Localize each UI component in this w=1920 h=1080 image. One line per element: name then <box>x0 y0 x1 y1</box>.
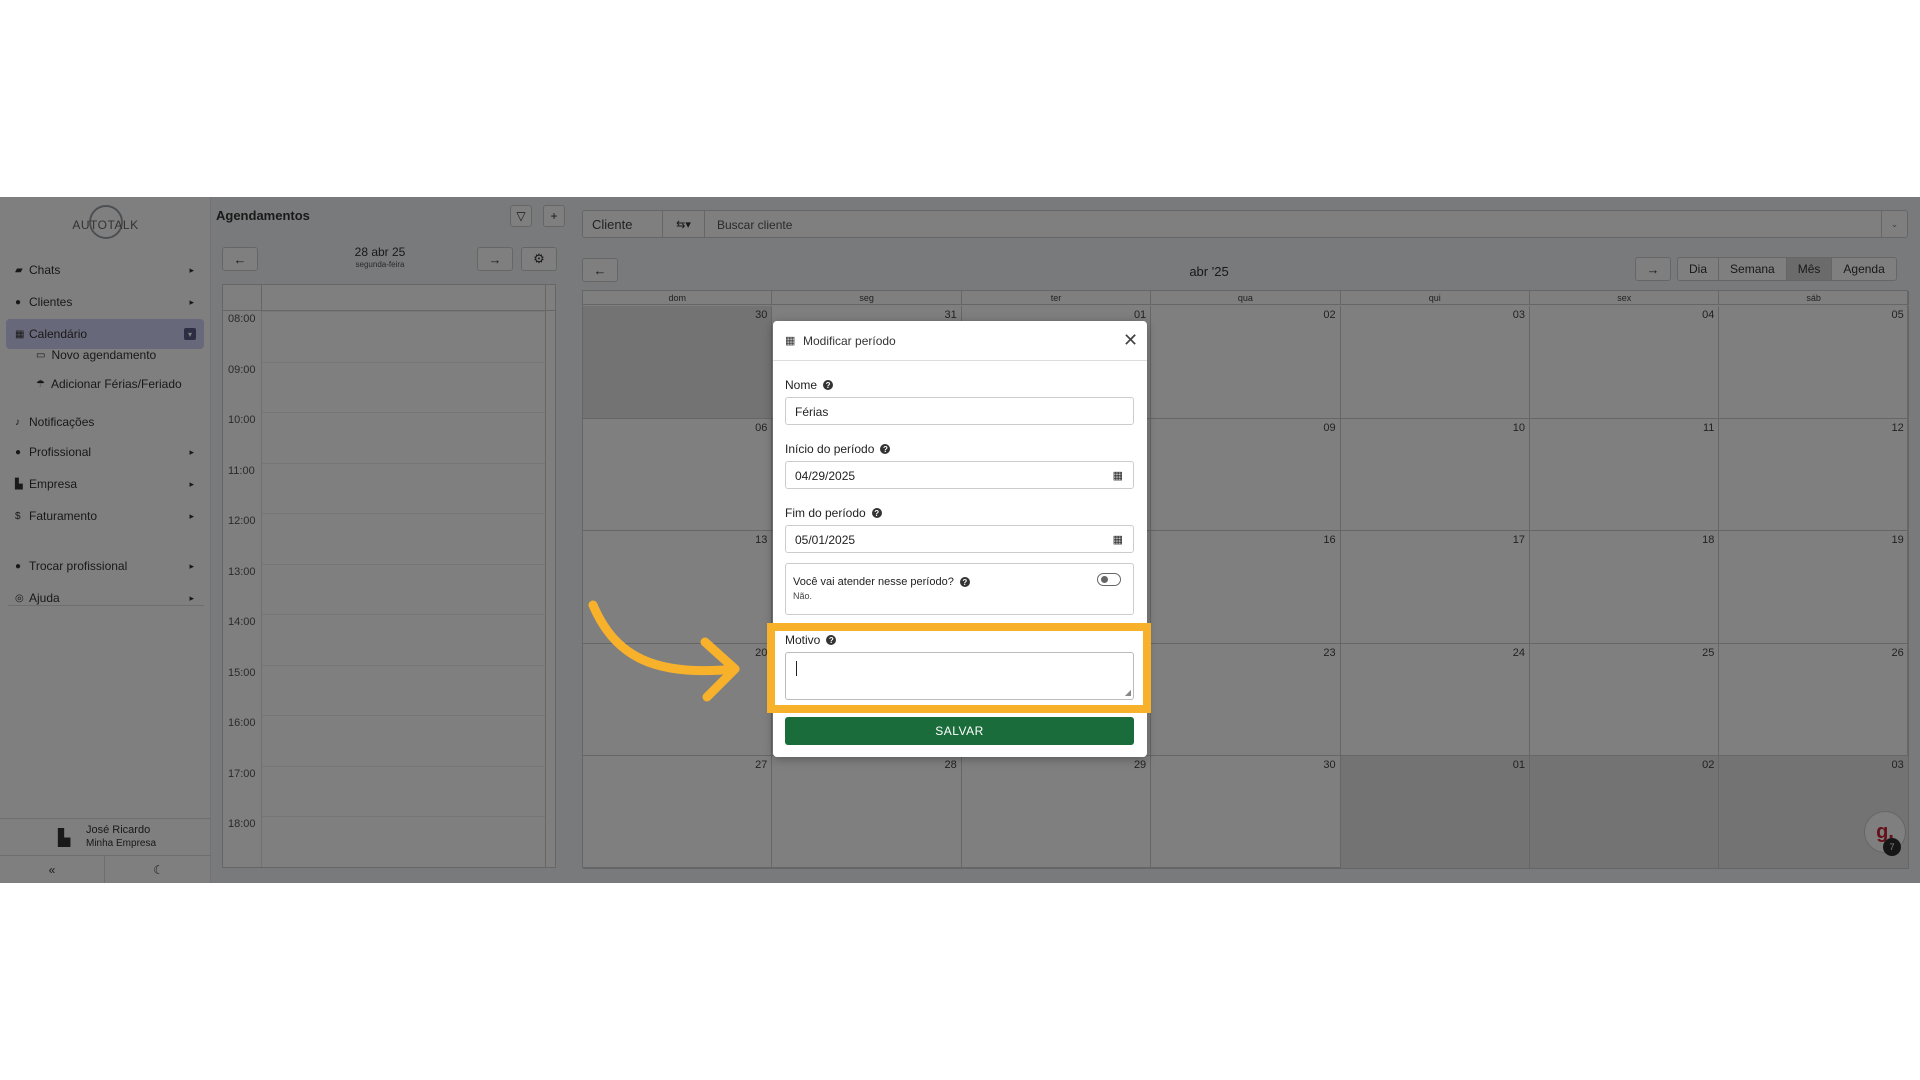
field-label-text: Nome <box>785 378 818 392</box>
help-icon[interactable]: ? <box>959 577 970 587</box>
calendar-picker-icon[interactable]: ▦ <box>1113 469 1123 482</box>
name-label: Nome ? <box>785 378 834 392</box>
start-date-field[interactable]: 04/29/2025 ▦ <box>785 461 1134 489</box>
field-label-text: Início do período <box>785 442 875 456</box>
end-label: Fim do período ? <box>785 506 882 520</box>
attend-question: Você vai atender nesse período? ? <box>793 576 970 588</box>
modal-title: Modificar período <box>803 334 896 348</box>
name-field-value: Férias <box>795 405 829 419</box>
save-button[interactable]: SALVAR <box>785 717 1134 745</box>
calendar-picker-icon[interactable]: ▦ <box>1113 533 1123 546</box>
attend-question-text: Você vai atender nesse período? <box>793 576 954 588</box>
start-label: Início do período ? <box>785 442 891 456</box>
field-label-text: Fim do período <box>785 506 866 520</box>
start-date-value: 04/29/2025 <box>795 469 856 483</box>
help-icon[interactable]: ? <box>871 508 882 518</box>
close-icon[interactable]: ✕ <box>1123 331 1138 349</box>
end-date-value: 05/01/2025 <box>795 533 856 547</box>
help-icon[interactable]: ? <box>880 444 891 454</box>
name-field[interactable]: Férias <box>785 397 1134 425</box>
annotation-highlight-box <box>767 623 1151 713</box>
attend-toggle-box: Você vai atender nesse período? ? Não. <box>785 563 1134 615</box>
modal-header: ▦ Modificar período ✕ <box>773 321 1147 361</box>
help-icon[interactable]: ? <box>823 380 834 390</box>
app-screen: AUTOTALK ▰ Chats ▸ ● Clientes ▸ ▦ Calend… <box>0 197 1920 883</box>
calendar-icon: ▦ <box>785 335 796 347</box>
attend-toggle-switch[interactable] <box>1097 573 1121 586</box>
annotation-arrow-icon <box>588 600 740 702</box>
attend-answer: Não. <box>793 591 813 601</box>
end-date-field[interactable]: 05/01/2025 ▦ <box>785 525 1134 553</box>
